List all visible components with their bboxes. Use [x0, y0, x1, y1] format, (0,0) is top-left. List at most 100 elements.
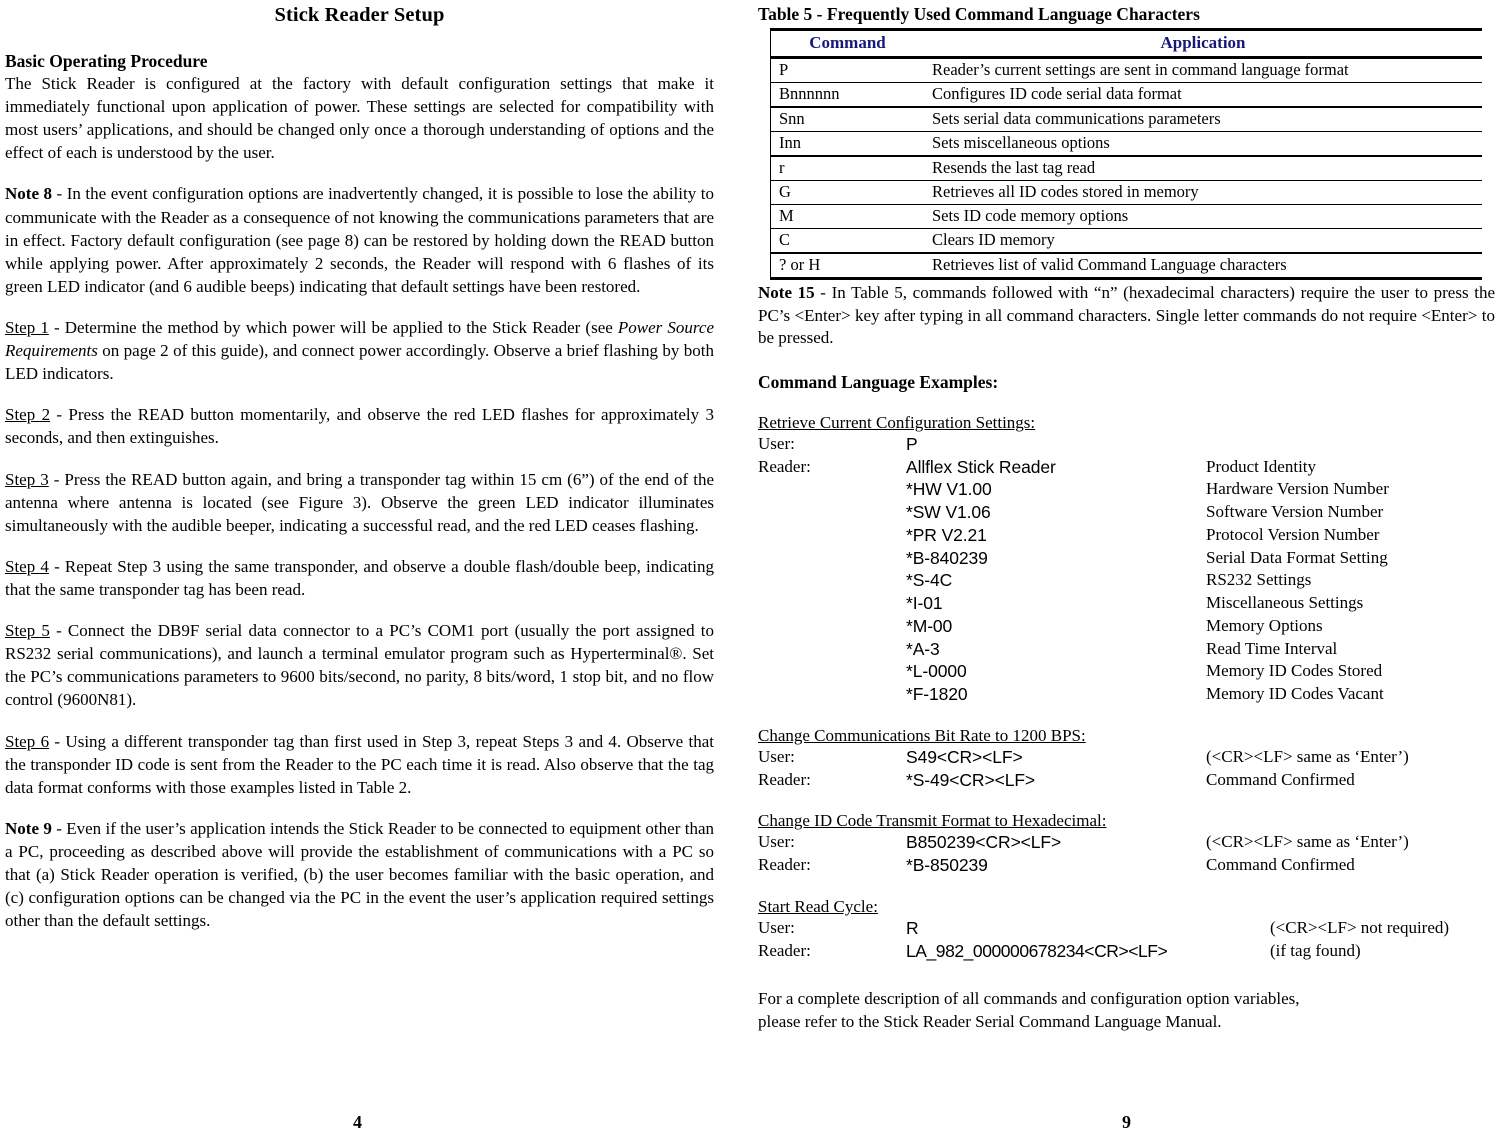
example-group-title: Start Read Cycle: — [758, 896, 878, 916]
example-row: User: S49<CR><LF> (<CR><LF> same as ‘Ent… — [758, 746, 1495, 769]
step-3-paragraph: Step 3 - Press the READ button again, an… — [5, 468, 714, 537]
example-group-title: Change Communications Bit Rate to 1200 B… — [758, 725, 1086, 745]
example-row: *L-0000 Memory ID Codes Stored — [758, 660, 1495, 683]
step-5-label: Step 5 — [5, 621, 50, 641]
page-number-right: 9 — [1122, 1112, 1131, 1132]
step-4-label: Step 4 — [5, 556, 49, 576]
example-row: *HW V1.00 Hardware Version Number — [758, 478, 1495, 501]
cell-command: M — [770, 204, 924, 229]
step-6-text: - Using a different transponder tag than… — [5, 731, 714, 797]
table-row: ? or H Retrieves list of valid Command L… — [770, 253, 1482, 279]
step-4-text: - Repeat Step 3 using the same transpond… — [5, 556, 714, 599]
example-description: (if tag found) — [1270, 940, 1361, 960]
example-description: Memory ID Codes Stored — [1206, 661, 1383, 681]
step-5-text: - Connect the DB9F serial data connector… — [5, 621, 714, 710]
example-command-value: *B-850239 — [906, 855, 988, 876]
example-row: Reader: *S-49<CR><LF> Command Confirmed — [758, 769, 1495, 792]
example-role-label: User: — [758, 433, 795, 453]
example-row: User: P — [758, 433, 1495, 456]
example-command-value: *F-1820 — [906, 684, 968, 705]
example-group-retrieve-config: Retrieve Current Configuration Settings:… — [758, 413, 1495, 706]
example-role-label: User: — [758, 832, 795, 852]
example-role-label: Reader: — [758, 940, 811, 960]
example-command-value: R — [906, 917, 919, 938]
step-5-paragraph: Step 5 - Connect the DB9F serial data co… — [5, 619, 714, 711]
example-role-label — [758, 547, 906, 570]
example-description: Product Identity — [1206, 456, 1317, 476]
table-row: P Reader’s current settings are sent in … — [770, 57, 1482, 83]
example-role-label: Reader: — [758, 769, 811, 789]
example-role-label — [758, 592, 906, 615]
note-8-label: Note 8 — [5, 184, 53, 204]
example-command-value: P — [906, 433, 918, 454]
example-description: Hardware Version Number — [1206, 479, 1389, 499]
table-row: M Sets ID code memory options — [770, 204, 1482, 229]
section-heading-basic-operating-procedure: Basic Operating Procedure — [5, 51, 208, 71]
example-description: (<CR><LF> same as ‘Enter’) — [1206, 746, 1409, 766]
step-4-paragraph: Step 4 - Repeat Step 3 using the same tr… — [5, 555, 714, 601]
example-role-label — [758, 660, 906, 683]
example-role-label: User: — [758, 917, 795, 937]
step-3-text: - Press the READ button again, and bring… — [5, 469, 714, 535]
intro-paragraph: The Stick Reader is configured at the fa… — [5, 74, 714, 163]
example-row: *I-01 Miscellaneous Settings — [758, 592, 1495, 615]
step-1-text-part2: on page 2 of this guide), and connect po… — [5, 341, 714, 384]
cell-command: Snn — [770, 107, 924, 132]
example-description: Command Confirmed — [1206, 769, 1355, 789]
example-command-value: *M-00 — [906, 615, 953, 636]
cell-command: Inn — [770, 131, 924, 156]
example-row: Reader: Allflex Stick Reader Product Ide… — [758, 456, 1495, 479]
note-9-label: Note 9 — [5, 818, 52, 838]
example-role-label — [758, 683, 906, 706]
example-row: Reader: LA_982_000000678234<CR><LF> (if … — [758, 940, 1495, 963]
cell-application: Reader’s current settings are sent in co… — [932, 60, 1349, 79]
example-row: Reader: *B-850239 Command Confirmed — [758, 854, 1495, 877]
example-role-label — [758, 501, 906, 524]
table-row: G Retrieves all ID codes stored in memor… — [770, 180, 1482, 205]
example-command-value: Allflex Stick Reader — [906, 456, 1056, 477]
example-command-value: *B-840239 — [906, 547, 988, 568]
note-15-paragraph: Note 15 - In Table 5, commands followed … — [758, 282, 1495, 350]
cell-command: ? or H — [770, 253, 924, 279]
example-row: User: B850239<CR><LF> (<CR><LF> same as … — [758, 831, 1495, 854]
example-command-value: *A-3 — [906, 638, 940, 659]
cell-application: Clears ID memory — [932, 230, 1055, 249]
table-header-row: Command Application — [770, 29, 1482, 58]
cell-command: Bnnnnnn — [770, 82, 924, 107]
closing-line-2: please refer to the Stick Reader Serial … — [758, 1011, 1222, 1031]
example-command-value: *L-0000 — [906, 661, 967, 682]
example-description: Serial Data Format Setting — [1206, 547, 1388, 567]
example-role-label — [758, 478, 906, 501]
left-page-column: Stick Reader Setup Basic Operating Proce… — [0, 0, 750, 1137]
table-row: Inn Sets miscellaneous options — [770, 131, 1482, 156]
step-1-text-part1: - Determine the method by which power wi… — [48, 317, 618, 337]
note-8-text: - In the event configuration options are… — [5, 184, 714, 296]
examples-heading: Command Language Examples: — [758, 371, 999, 392]
example-role-label: User: — [758, 746, 795, 766]
step-2-label: Step 2 — [5, 405, 51, 425]
example-description — [1206, 433, 1495, 456]
example-row: *S-4C RS232 Settings — [758, 569, 1495, 592]
example-description: (<CR><LF> not required) — [1270, 917, 1450, 937]
example-description: Miscellaneous Settings — [1206, 593, 1364, 613]
example-row: *B-840239 Serial Data Format Setting — [758, 547, 1495, 570]
note-9-text: - Even if the user’s application intends… — [5, 818, 714, 931]
cell-application: Sets miscellaneous options — [932, 133, 1110, 152]
example-description: Read Time Interval — [1206, 638, 1338, 658]
example-command-value: *PR V2.21 — [906, 524, 987, 545]
example-row: *F-1820 Memory ID Codes Vacant — [758, 683, 1495, 706]
note-15-text: - In Table 5, commands followed with “n”… — [758, 283, 1496, 348]
cell-application: Configures ID code serial data format — [932, 84, 1182, 103]
cell-command: P — [770, 57, 924, 83]
step-2-paragraph: Step 2 - Press the READ button momentari… — [5, 403, 714, 449]
example-group-change-id-format: Change ID Code Transmit Format to Hexade… — [758, 811, 1495, 877]
closing-line-1: For a complete description of all comman… — [758, 989, 1300, 1009]
cell-application: Retrieves list of valid Command Language… — [932, 255, 1287, 274]
example-row: *A-3 Read Time Interval — [758, 638, 1495, 661]
example-role-label — [758, 524, 906, 547]
example-role-label — [758, 638, 906, 661]
note-8-paragraph: Note 8 - In the event configuration opti… — [5, 182, 714, 298]
example-description: Protocol Version Number — [1206, 524, 1380, 544]
command-language-table: Command Application P Reader’s current s… — [770, 28, 1482, 280]
table-row: Snn Sets serial data communications para… — [770, 107, 1482, 132]
